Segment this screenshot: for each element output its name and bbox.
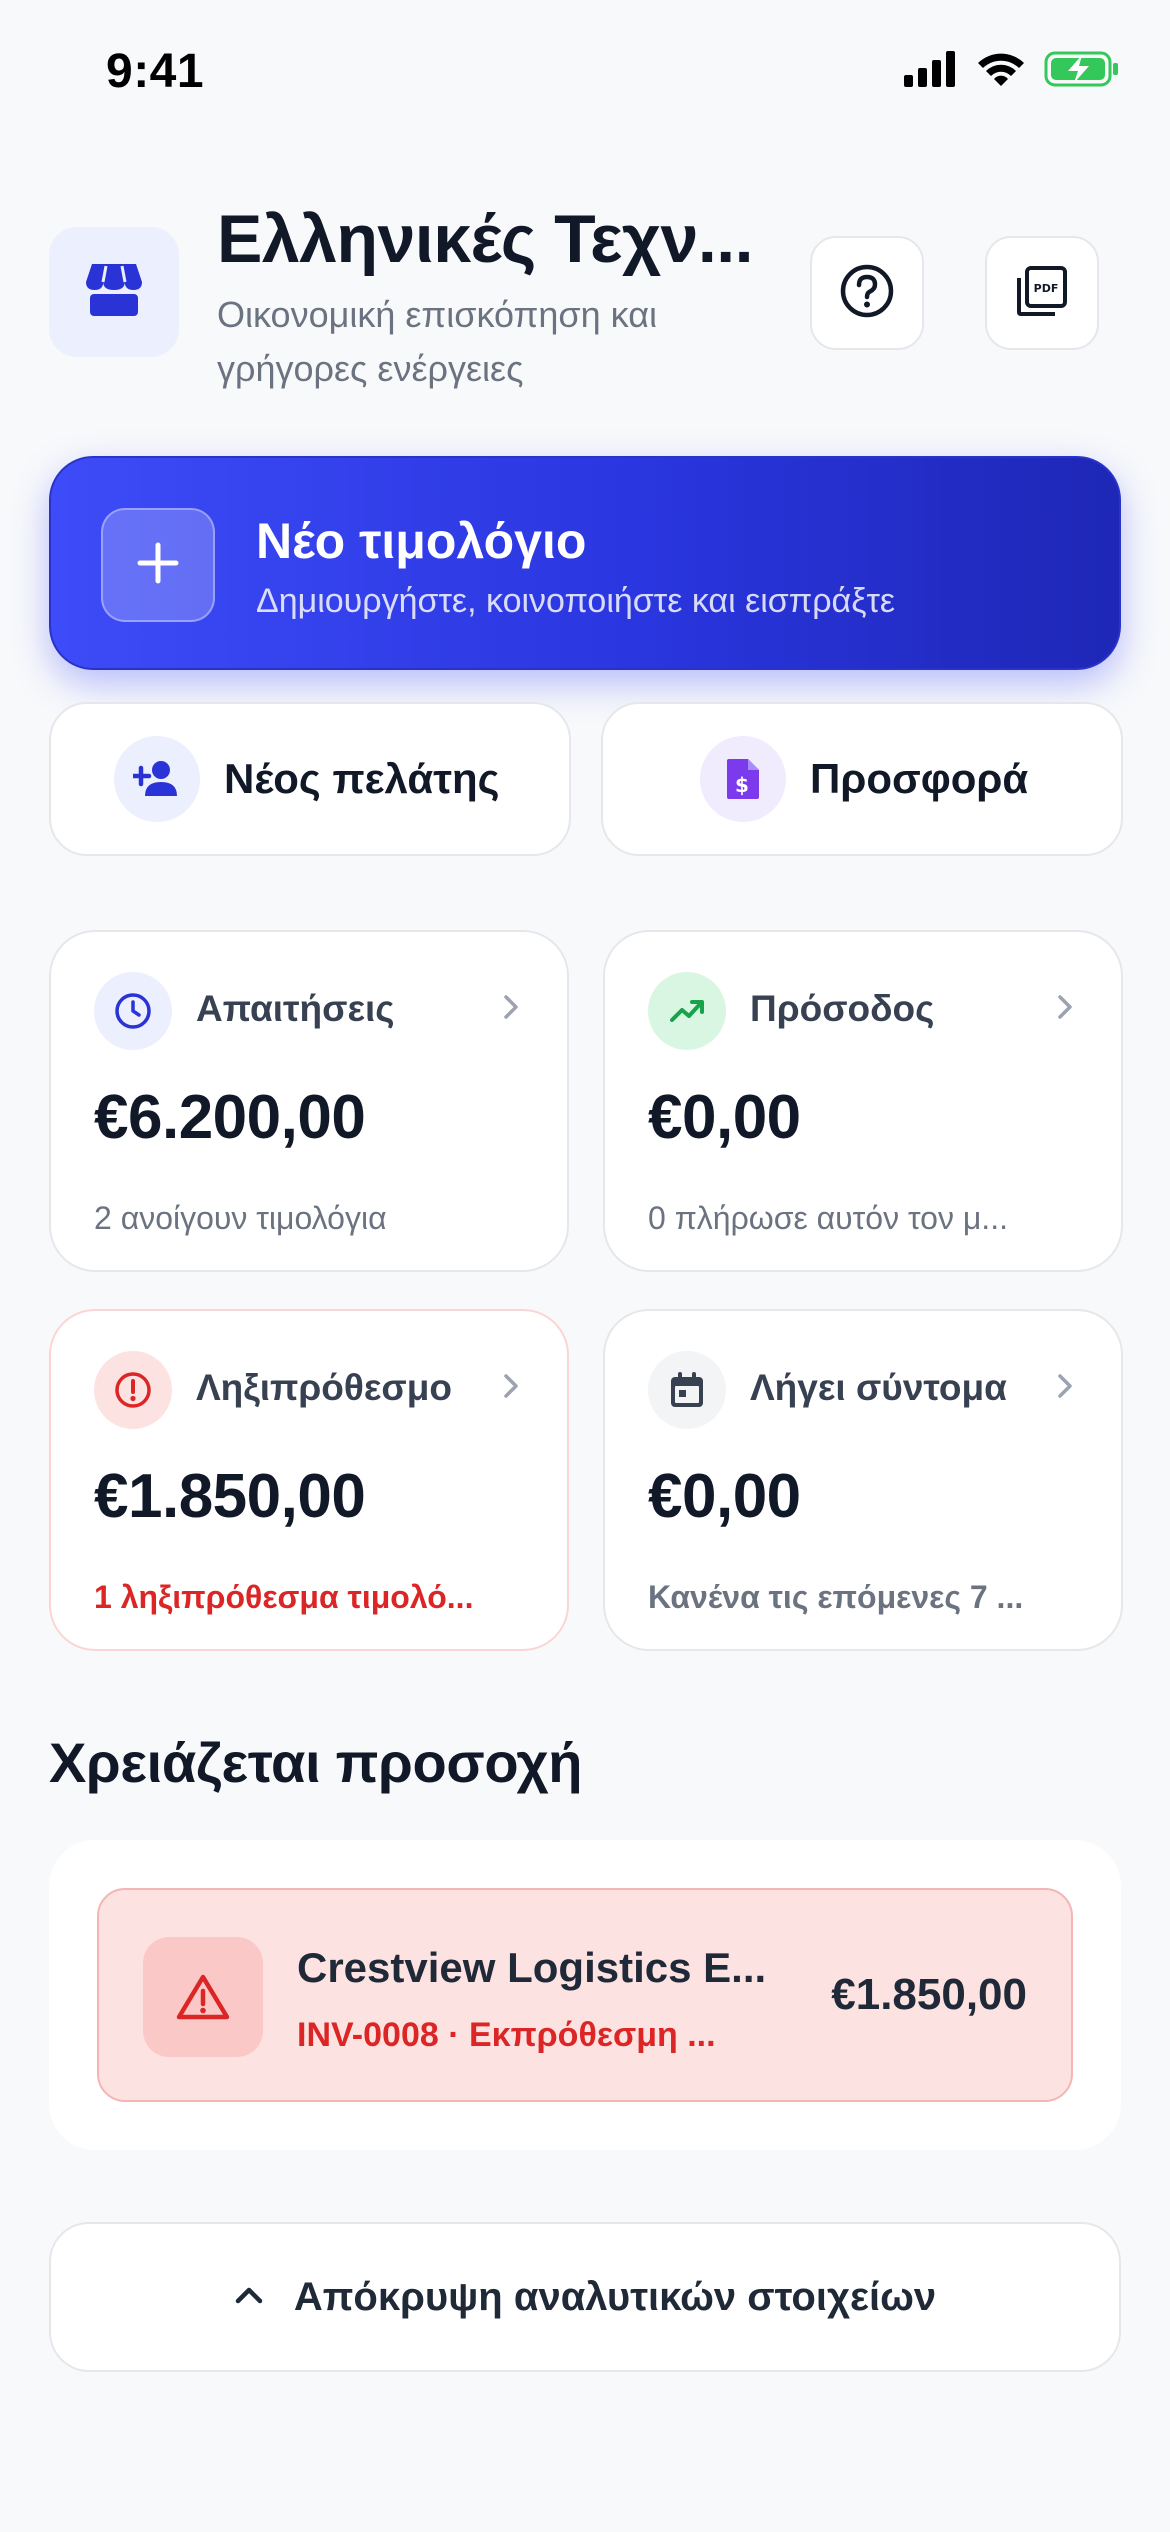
trending-up-icon xyxy=(648,972,726,1050)
business-name: Ελληνικές Τεχν... xyxy=(217,201,754,277)
cellular-signal-icon xyxy=(904,51,958,92)
stat-value: €1.850,00 xyxy=(94,1462,366,1531)
help-circle-icon xyxy=(839,263,895,324)
attention-panel: Crestview Logistics E... INV-0008 · Εκπρ… xyxy=(49,1840,1121,2150)
new-customer-button[interactable]: Νέος πελάτης xyxy=(49,702,571,856)
new-invoice-plus-box xyxy=(101,508,215,622)
wifi-icon xyxy=(976,50,1026,93)
stat-description: 0 πλήρωσε αυτόν τον μ... xyxy=(648,1200,1008,1236)
new-invoice-title: Νέο τιμολόγιο xyxy=(256,513,587,569)
stat-card-receivables[interactable]: Απαιτήσεις €6.200,00 2 ανοίγουν τιμολόγι… xyxy=(49,930,569,1272)
status-bar: 9:41 xyxy=(0,0,1170,140)
attention-customer-name: Crestview Logistics E... xyxy=(297,1944,767,1991)
stat-label: Λήγει σύντομα xyxy=(750,1367,1007,1408)
stat-label: Πρόσοδος xyxy=(750,988,935,1029)
plus-icon xyxy=(134,539,182,592)
quote-button[interactable]: $ Προσφορά xyxy=(601,702,1123,856)
chevron-right-icon xyxy=(1057,1373,1073,1404)
help-button[interactable] xyxy=(810,236,924,350)
storefront-icon xyxy=(84,262,144,323)
clock-icon xyxy=(94,972,172,1050)
stat-description: Κανένα τις επόμενες 7 ... xyxy=(648,1579,1024,1615)
status-time: 9:41 xyxy=(106,45,205,98)
attention-amount: €1.850,00 xyxy=(831,1970,1027,2019)
attention-section-title: Χρειάζεται προσοχή xyxy=(49,1731,583,1794)
pdf-icon: PDF xyxy=(1015,264,1069,323)
header: Ελληνικές Τεχν... Οικονομική επισκόπηση … xyxy=(49,200,1121,400)
chevron-right-icon xyxy=(503,994,519,1025)
alert-circle-icon xyxy=(94,1351,172,1429)
header-subtitle: Οικονομική επισκόπηση και γρήγορες ενέργ… xyxy=(217,294,658,389)
chevron-right-icon xyxy=(1057,994,1073,1025)
stat-value: €6.200,00 xyxy=(94,1083,366,1152)
new-invoice-card[interactable]: Νέο τιμολόγιο Δημιουργήστε, κοινοποιήστε… xyxy=(49,456,1121,670)
stat-card-due-soon[interactable]: Λήγει σύντομα €0,00 Κανένα τις επόμενες … xyxy=(603,1309,1123,1651)
stat-label: Ληξιπρόθεσμο xyxy=(196,1367,452,1408)
chevron-right-icon xyxy=(503,1373,519,1404)
new-invoice-subtitle: Δημιουργήστε, κοινοποιήστε και εισπράξτε xyxy=(256,582,896,620)
svg-text:$: $ xyxy=(735,773,749,797)
new-customer-label: Νέος πελάτης xyxy=(224,755,500,802)
hide-details-button[interactable]: Απόκρυψη αναλυτικών στοιχείων xyxy=(49,2222,1121,2372)
stat-description: 1 ληξιπρόθεσμα τιμολό... xyxy=(94,1579,474,1615)
export-pdf-button[interactable]: PDF xyxy=(985,236,1099,350)
attention-item[interactable]: Crestview Logistics E... INV-0008 · Εκπρ… xyxy=(97,1888,1073,2102)
svg-text:PDF: PDF xyxy=(1034,282,1059,295)
stat-description: 2 ανοίγουν τιμολόγια xyxy=(94,1200,387,1236)
chevron-up-icon xyxy=(234,2285,264,2310)
warning-triangle-icon xyxy=(143,1937,263,2057)
battery-charging-icon xyxy=(1044,50,1120,93)
calendar-icon xyxy=(648,1351,726,1429)
quote-document-icon: $ xyxy=(700,736,786,822)
stat-value: €0,00 xyxy=(648,1083,801,1152)
hide-details-label: Απόκρυψη αναλυτικών στοιχείων xyxy=(293,2274,937,2319)
attention-invoice-meta: INV-0008 · Εκπρόθεσμη ... xyxy=(297,2016,716,2054)
business-logo xyxy=(49,227,179,357)
stat-value: €0,00 xyxy=(648,1462,801,1531)
stat-label: Απαιτήσεις xyxy=(196,988,395,1029)
quote-label: Προσφορά xyxy=(810,755,1029,802)
stat-card-revenue[interactable]: Πρόσοδος €0,00 0 πλήρωσε αυτόν τον μ... xyxy=(603,930,1123,1272)
status-icons xyxy=(904,50,1120,93)
stat-card-overdue[interactable]: Ληξιπρόθεσμο €1.850,00 1 ληξιπρόθεσμα τι… xyxy=(49,1309,569,1651)
person-add-icon xyxy=(114,736,200,822)
